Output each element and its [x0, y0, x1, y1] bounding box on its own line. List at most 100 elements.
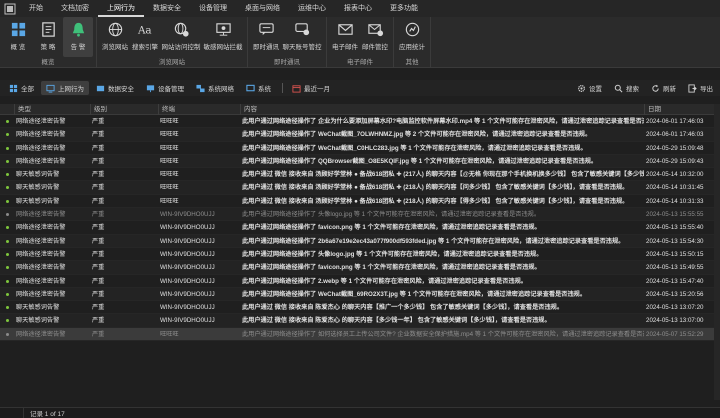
cell-date: 2024-05-13 13:07:00	[646, 317, 704, 325]
filter-button-5[interactable]: 系统	[241, 81, 276, 95]
ribbon-button-2-0[interactable]: 即时通讯	[251, 17, 281, 57]
table-row[interactable]: 聊天敏感词告警 严重 WIN-9IV9DHO0UJJ 此用户通过 微信 接收来自 陈爱…	[0, 301, 720, 315]
table-row[interactable]: 聊天敏感词告警 严重 WIN-9IV9DHO0UJJ 此用户通过 微信 接收来自 陈爱…	[0, 314, 720, 328]
cell-terminal: WIN-9IV9DHO0UJJ	[160, 237, 215, 245]
ribbon-group-0: 概 览 策 略 告 警概览	[0, 17, 97, 68]
menu-item-8[interactable]: 更多功能	[381, 0, 427, 17]
filter-button-3[interactable]: 设备管理	[141, 81, 189, 95]
table-row[interactable]: 网络途径泄密告警 严重 旺旺旺 此用户通过网络途径操作了 WeChat截图_7OLWH…	[0, 128, 720, 142]
status-dot	[6, 199, 9, 203]
refresh-icon	[651, 84, 660, 93]
action-button-0[interactable]: 设置	[572, 81, 607, 95]
cell-terminal: WIN-9IV9DHO0UJJ	[160, 264, 215, 272]
table-row[interactable]: 聊天敏感词告警 严重 旺旺旺 此用户通过 微信 接收来自 汤顾好学堂林 ● 备战618…	[0, 181, 720, 195]
table-row[interactable]: 网络途径泄密告警 严重 WIN-9IV9DHO0UJJ 此用户通过网络途径操作了 2b…	[0, 234, 720, 248]
ribbon-button-4-0[interactable]: 应用统计	[397, 17, 427, 57]
cell-type: 网络途径泄密告警	[16, 131, 66, 139]
table-row[interactable]: 网络途径泄密告警 严重 旺旺旺 此用户通过网络途径操作了 如何选择员工上传公司文件? …	[0, 327, 720, 342]
column-header-terminal[interactable]: 终端	[158, 104, 240, 115]
status-dot	[6, 266, 9, 270]
ribbon-button-1-3[interactable]: 敏感网站拦截	[202, 17, 244, 57]
ribbon-button-label: 邮件管控	[362, 44, 388, 51]
search-icon	[614, 84, 623, 93]
table-row[interactable]: 网络途径泄密告警 严重 WIN-9IV9DHO0UJJ 此用户通过网络途径操作了 2.…	[0, 275, 720, 288]
ribbon-button-3-0[interactable]: 电子邮件	[330, 17, 360, 57]
cell-content: 此用户通过网络途径操作了 favicon.png 等 1 个文件可能存在泄密风险…	[242, 264, 541, 272]
cell-severity: 严重	[92, 197, 105, 205]
ribbon-button-2-1[interactable]: 聊天账号管控	[281, 17, 323, 57]
table-row[interactable]: 网络途径泄密告警 严重 WIN-9IV9DHO0UJJ 此用户通过网络途径操作了 fa…	[0, 221, 720, 235]
table-row[interactable]: 聊天敏感词告警 严重 旺旺旺 此用户通过 微信 接收来自 汤顾好学堂林 ● 备战618…	[0, 195, 720, 209]
vertical-scrollbar[interactable]	[714, 104, 720, 400]
ribbon-button-1-1[interactable]: Aa 搜索引擎	[130, 17, 160, 57]
table-row[interactable]: 网络途径泄密告警 严重 旺旺旺 此用户通过网络途径操作了 QQBrowser截图_O8…	[0, 154, 720, 169]
table-row[interactable]: 网络途径泄密告警 严重 WIN-9IV9DHO0UJJ 此用户通过网络途径操作了 头像…	[0, 208, 720, 222]
all-icon	[9, 84, 18, 93]
cell-severity: 严重	[92, 277, 105, 285]
filter-button-0[interactable]: 全部	[4, 81, 39, 95]
menu-bar: 开始 文档加密 上网行为 数据安全 设备管理 桌面与网络 运维中心 报表中心 更多功能	[0, 0, 720, 17]
cell-type: 网络途径泄密告警	[16, 157, 66, 165]
ribbon-button-label: 即时通讯	[253, 44, 279, 51]
table-row[interactable]: 网络途径泄密告警 严重 WIN-9IV9DHO0UJJ 此用户通过网络途径操作了 头像…	[0, 248, 720, 262]
export-icon	[688, 83, 697, 93]
column-header-severity[interactable]: 级别	[90, 104, 158, 115]
table-row[interactable]: 网络途径泄密告警 严重 旺旺旺 此用户通过网络途径操作了 企业为什么要添加屏幕水印?电…	[0, 115, 720, 129]
cell-type: 聊天敏感词告警	[16, 304, 60, 312]
status-bar-spacer	[0, 407, 24, 418]
cell-terminal: 旺旺旺	[160, 184, 179, 192]
toolbar-divider	[282, 83, 283, 93]
table-row[interactable]: 聊天敏感词告警 严重 旺旺旺 此用户通过 微信 接收来自 汤顾好学堂林 ● 备战618…	[0, 168, 720, 182]
action-button-1[interactable]: 搜索	[609, 81, 644, 95]
ribbon-button-0-1[interactable]: 策 略	[33, 17, 63, 57]
ribbon-button-0-2[interactable]: 告 警	[63, 17, 93, 57]
status-dot	[6, 252, 9, 256]
menu-item-7[interactable]: 报表中心	[335, 0, 381, 17]
column-header-date[interactable]: 日期	[644, 104, 714, 115]
ribbon-button-0-0[interactable]: 概 览	[3, 17, 33, 57]
column-header-content[interactable]: 内容	[240, 104, 644, 115]
table-row[interactable]: 网络途径泄密告警 严重 旺旺旺 此用户通过网络途径操作了 WeChat截图_C0HLC…	[0, 142, 720, 155]
cell-content: 此用户通过网络途径操作了 企业为什么要添加屏幕水印?电脑监控软件屏幕水印.mp4…	[242, 118, 644, 125]
filter-button-4[interactable]: 系统网络	[191, 81, 239, 95]
mail-icon	[336, 20, 354, 38]
cell-content: 此用户通过网络途径操作了 WeChat截图_7OLWHNMZ.jpg 等 2 个…	[242, 131, 592, 139]
ribbon-button-label: 应用统计	[399, 44, 425, 51]
menu-item-4[interactable]: 设备管理	[190, 0, 236, 17]
menu-item-6[interactable]: 运维中心	[289, 0, 335, 17]
menu-item-1[interactable]: 文档加密	[52, 0, 98, 17]
ribbon-group-label: 电子邮件	[347, 59, 373, 66]
ribbon-button-3-1[interactable]: 邮件管控	[360, 17, 390, 57]
filter-button-2[interactable]: 数据安全	[91, 81, 139, 95]
ribbon-button-1-2[interactable]: 网站访问控制	[160, 17, 202, 57]
cell-type: 网络途径泄密告警	[16, 330, 66, 338]
menu-item-5[interactable]: 桌面与网络	[236, 0, 289, 17]
record-count: 记录 1 of 17	[30, 411, 65, 418]
table-row[interactable]: 网络途径泄密告警 严重 WIN-9IV9DHO0UJJ 此用户通过网络途径操作了 fa…	[0, 261, 720, 275]
action-label: 设置	[589, 86, 602, 93]
period-filter-button[interactable]: 最近一月	[287, 81, 335, 95]
filter-label: 数据安全	[108, 86, 134, 93]
status-dot	[6, 239, 9, 243]
table-row[interactable]: 网络途径泄密告警 严重 WIN-9IV9DHO0UJJ 此用户通过网络途径操作了 We…	[0, 287, 720, 302]
cell-date: 2024-05-14 10:31:45	[646, 184, 704, 192]
action-button-2[interactable]: 刷新	[646, 81, 681, 95]
filter-button-1[interactable]: 上网行为	[41, 81, 89, 95]
cell-terminal: 旺旺旺	[160, 171, 179, 179]
ribbon-button-label: 敏感网站拦截	[203, 44, 243, 51]
menu-item-3[interactable]: 数据安全	[144, 0, 190, 17]
menu-item-0[interactable]: 开始	[20, 0, 52, 17]
column-header-type[interactable]: 类型	[14, 104, 90, 115]
menu-item-2[interactable]: 上网行为	[98, 0, 144, 17]
app-logo-icon[interactable]	[0, 0, 20, 17]
globe-icon	[106, 20, 124, 38]
search-engine-icon: Aa	[136, 20, 154, 38]
action-button-3[interactable]: 导出	[683, 81, 718, 95]
alert-table: 类型 级别 终端 内容 日期 网络途径泄密告警 严重 旺旺旺 此用户通过网络途径操作了…	[0, 104, 720, 342]
cell-severity: 严重	[92, 171, 105, 179]
cell-content: 此用户通过网络途径操作了 头像logo.jpg 等 1 个文件可能存在泄密风险，…	[242, 211, 541, 219]
cell-date: 2024-05-13 15:55:55	[646, 211, 704, 219]
ribbon-button-1-0[interactable]: 浏览网站	[100, 17, 130, 57]
policy-icon	[39, 20, 57, 38]
cell-type: 网络途径泄密告警	[16, 224, 66, 232]
